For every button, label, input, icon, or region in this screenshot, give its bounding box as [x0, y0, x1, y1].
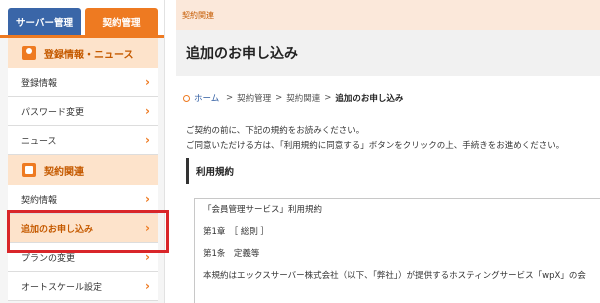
intro-text: ご契約の前に、下記の規約をお読みください。 ご同意いただける方は、「利用規約に同…: [186, 124, 564, 154]
sidebar-item-autoscale[interactable]: オートスケール設定 ›: [8, 272, 158, 301]
section-title: 契約関連: [44, 166, 84, 178]
chevron-right-icon: ›: [145, 192, 150, 206]
breadcrumb-separator: >: [324, 93, 332, 103]
intro-line: ご同意いただける方は、「利用規約に同意する」ボタンをクリックの上、手続きをお進め…: [186, 141, 565, 151]
sidebar-item-password-change[interactable]: パスワード変更 ›: [8, 97, 158, 126]
sidebar-tabs: サーバー管理 契約管理: [0, 0, 164, 38]
breadcrumb-separator: >: [275, 93, 283, 103]
sidebar-item-label: パスワード変更: [21, 107, 85, 118]
sidebar-item-news[interactable]: ニュース ›: [8, 126, 158, 155]
terms-heading: 利用規約: [186, 158, 600, 184]
highlight-annotation: [7, 210, 169, 253]
user-icon: [22, 46, 36, 60]
intro-line: ご契約の前に、下記の規約をお読みください。: [186, 126, 365, 136]
sidebar-item-label: ニュース: [21, 136, 57, 147]
breadcrumb-separator: >: [223, 93, 234, 103]
section-registration-news: 登録情報・ニュース: [8, 38, 158, 68]
breadcrumb-contract-management[interactable]: 契約管理: [237, 92, 271, 104]
breadcrumb-current: 追加のお申し込み: [335, 94, 404, 104]
terms-line: 第1条 定義等: [203, 249, 260, 259]
terms-textbox[interactable]: 「会員管理サービス」利用規約 第1章 ［ 総則 ］ 第1条 定義等 本規約はエッ…: [194, 198, 600, 303]
terms-line: 第1章 ［ 総則 ］: [203, 227, 270, 237]
sidebar-item-label: オートスケール設定: [21, 282, 103, 293]
sidebar-item-label: 登録情報: [21, 78, 58, 89]
tab-server-management[interactable]: サーバー管理: [8, 8, 81, 35]
top-category-label: 契約関連: [176, 0, 600, 30]
home-icon: [183, 94, 190, 102]
main-content: 契約関連 追加のお申し込み ホーム > 契約管理 > 契約関連 > 追加のお申し…: [176, 0, 600, 303]
sidebar-item-label: 契約情報: [21, 195, 58, 206]
breadcrumb: ホーム > 契約管理 > 契約関連 > 追加のお申し込み: [183, 92, 403, 104]
chevron-right-icon: ›: [145, 75, 150, 89]
sidebar: サーバー管理 契約管理 登録情報・ニュース 登録情報 › パスワード変更 › ニ…: [0, 0, 165, 303]
chevron-right-icon: ›: [145, 279, 150, 293]
tab-contract-management[interactable]: 契約管理: [85, 8, 158, 35]
breadcrumb-contract[interactable]: 契約関連: [286, 92, 320, 104]
terms-line: 「会員管理サービス」利用規約: [203, 205, 323, 215]
terms-line: 本規約はエックスサーバー株式会社（以下、「弊社」）が提供するホスティングサービス…: [203, 271, 586, 281]
sidebar-item-registration-info[interactable]: 登録情報 ›: [8, 68, 158, 97]
document-icon: [22, 163, 36, 177]
chevron-right-icon: ›: [145, 104, 150, 118]
section-contract: 契約関連: [8, 155, 158, 185]
section-title: 登録情報・ニュース: [44, 49, 134, 61]
breadcrumb-home[interactable]: ホーム: [194, 92, 219, 104]
page-title: 追加のお申し込み: [176, 30, 600, 76]
chevron-right-icon: ›: [145, 133, 150, 147]
